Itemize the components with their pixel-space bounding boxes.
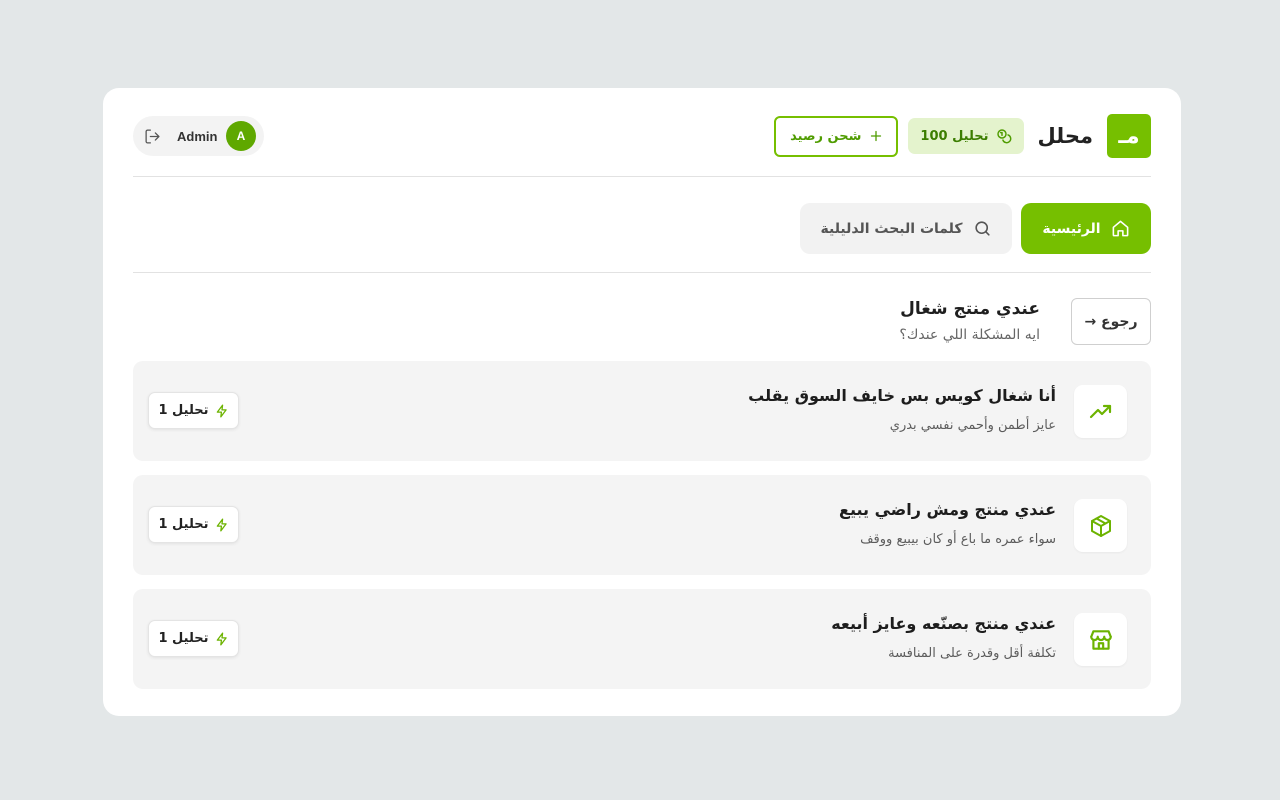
home-icon: [1111, 219, 1130, 238]
page-heading: عندي منتج شغال ايه المشكلة اللي عندك؟ رج…: [133, 273, 1151, 361]
tab-home[interactable]: الرئيسية: [1021, 203, 1151, 254]
trending-up-icon: [1074, 385, 1127, 438]
cost-badge: 1 تحليل: [148, 392, 239, 429]
plus-icon: [870, 130, 882, 142]
topup-label: شحن رصيد: [790, 128, 862, 144]
cost-label: 1 تحليل: [158, 403, 209, 418]
package-icon: [1074, 499, 1127, 552]
topup-button[interactable]: شحن رصيد: [774, 115, 899, 157]
lightning-icon: [215, 632, 229, 646]
tab-keywords-label: كلمات البحث الدليلية: [820, 220, 963, 237]
options-list: أنا شغال كويس بس خايف السوق يقلب عايز أط…: [133, 361, 1151, 689]
cost-label: 1 تحليل: [158, 517, 209, 532]
user-menu[interactable]: Admin A: [133, 116, 264, 156]
back-button[interactable]: رجوع →: [1071, 298, 1151, 345]
credits-badge: 100 تحليل: [908, 118, 1024, 154]
brand-logo[interactable]: مـ: [1107, 114, 1151, 158]
option-description: تكلفة أقل وقدرة على المنافسة: [888, 646, 1056, 661]
store-icon: [1074, 613, 1127, 666]
cost-badge: 1 تحليل: [148, 506, 239, 543]
page-title: عندي منتج شغال: [900, 299, 1040, 319]
lightning-icon: [215, 404, 229, 418]
page-subtitle: ايه المشكلة اللي عندك؟: [899, 327, 1040, 343]
option-market-protection[interactable]: أنا شغال كويس بس خايف السوق يقلب عايز أط…: [133, 361, 1151, 461]
cost-badge: 1 تحليل: [148, 620, 239, 657]
avatar: A: [226, 121, 256, 151]
option-description: عايز أطمن وأحمي نفسي بدري: [889, 418, 1056, 433]
coins-icon: [996, 128, 1012, 144]
tab-home-label: الرئيسية: [1042, 220, 1101, 237]
brand-name: محلل: [1037, 124, 1093, 148]
option-description: سواء عمره ما باع أو كان بيبيع ووقف: [860, 532, 1056, 547]
app-header: مـ محلل 100 تحليل شحن رصيد Admin A: [133, 88, 1151, 177]
cost-label: 1 تحليل: [158, 631, 209, 646]
search-icon: [973, 219, 992, 238]
option-title: عندي منتج بصنّعه وعايز أبيعه: [831, 614, 1056, 633]
tab-keywords[interactable]: كلمات البحث الدليلية: [800, 203, 1012, 254]
brand-group: مـ محلل 100 تحليل شحن رصيد: [774, 114, 1151, 158]
option-title: عندي منتج ومش راضي يبيع: [839, 500, 1056, 519]
option-manufacturing[interactable]: عندي منتج بصنّعه وعايز أبيعه تكلفة أقل و…: [133, 589, 1151, 689]
option-not-selling[interactable]: عندي منتج ومش راضي يبيع سواء عمره ما باع…: [133, 475, 1151, 575]
lightning-icon: [215, 518, 229, 532]
credits-label: 100 تحليل: [920, 128, 989, 144]
option-title: أنا شغال كويس بس خايف السوق يقلب: [748, 386, 1056, 405]
main-nav: الرئيسية كلمات البحث الدليلية: [133, 177, 1151, 273]
user-name: Admin: [177, 128, 218, 144]
logout-icon[interactable]: [144, 128, 161, 145]
main-card: مـ محلل 100 تحليل شحن رصيد Admin A الرئي…: [103, 88, 1181, 716]
